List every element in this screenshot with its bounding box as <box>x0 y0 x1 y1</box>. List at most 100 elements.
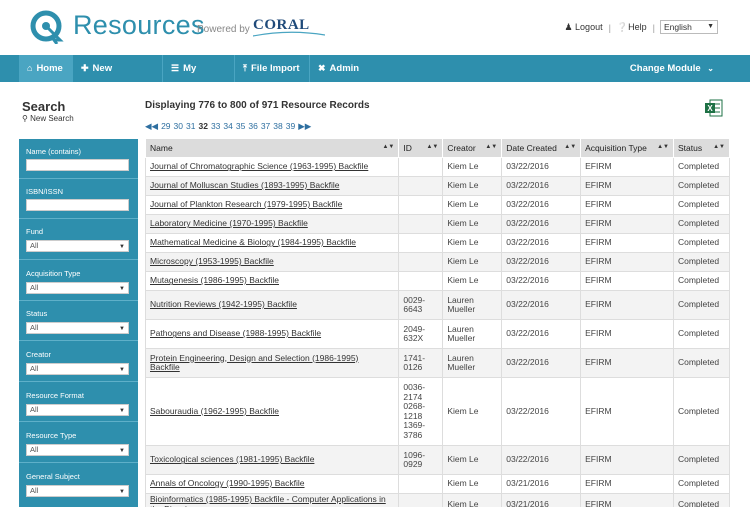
results-summary: Displaying 776 to 800 of 971 Resource Re… <box>145 100 370 111</box>
last-page-icon[interactable]: ▶▶ <box>298 121 311 132</box>
isbn-input[interactable] <box>26 199 129 211</box>
page-link[interactable]: 32 <box>198 121 207 132</box>
page-link[interactable]: 34 <box>223 121 232 132</box>
cell-date: 03/22/2016 <box>501 445 582 475</box>
filter-acquisition-type: Acquisition Type All ▼ <box>19 260 138 301</box>
col-id[interactable]: ID ▲▼ <box>398 138 444 158</box>
resource-link[interactable]: Protein Engineering, Design and Selectio… <box>150 353 358 373</box>
cell-creator: Kiem Le <box>442 493 503 507</box>
nav-admin[interactable]: ✖ Admin <box>310 55 366 82</box>
general-subject-select[interactable]: All ▼ <box>26 485 129 497</box>
sort-icon[interactable]: ▲▼ <box>564 144 576 150</box>
page-link[interactable]: 36 <box>248 121 257 132</box>
page-link[interactable]: 33 <box>211 121 220 132</box>
layers-icon: ☰ <box>171 63 180 73</box>
cell-text: Completed <box>677 328 720 339</box>
nav-home[interactable]: ⌂ Home <box>19 55 73 82</box>
filter-fund: Fund All ▼ <box>19 219 138 260</box>
cell-name: Annals of Oncology (1990-1995) Backfile <box>144 474 400 494</box>
resource-link[interactable]: Mutagenesis (1986-1995) Backfile <box>150 275 279 286</box>
page-link[interactable]: 39 <box>286 121 295 132</box>
table-row: Sabouraudia (1962-1995) Backfile 0036- 21… <box>144 377 731 446</box>
cell-status: Completed <box>672 252 731 272</box>
cell-text: Completed <box>677 161 720 172</box>
cell-acq: EFIRM <box>580 157 674 177</box>
nav-new-resource[interactable]: ✚ New Resource <box>73 55 163 101</box>
resources-logo-icon[interactable] <box>30 10 64 44</box>
cell-text: Completed <box>677 405 720 416</box>
col-status[interactable]: Status ▲▼ <box>672 138 731 158</box>
cell-name: Protein Engineering, Design and Selectio… <box>144 348 400 378</box>
resource-link[interactable]: Toxicological sciences (1981-1995) Backf… <box>150 454 314 465</box>
nav-my-queue[interactable]: ☰ My Queue <box>163 55 235 101</box>
caret-down-icon: ▼ <box>119 408 125 414</box>
cell-text: Kiem Le <box>447 161 479 172</box>
page-link[interactable]: 29 <box>161 121 170 132</box>
cell-text: Kiem Le <box>447 218 479 229</box>
nav-file-import[interactable]: ⤒ File Import <box>235 55 310 82</box>
resource-link[interactable]: Sabouraudia (1962-1995) Backfile <box>150 406 279 416</box>
resource-link[interactable]: Journal of Plankton Research (1979-1995)… <box>150 199 342 210</box>
cell-id: 1096- 0929 <box>398 445 444 475</box>
first-page-icon[interactable]: ◀◀ <box>145 121 158 132</box>
excel-export-icon[interactable]: X <box>705 99 723 117</box>
col-acquisition-type[interactable]: Acquisition Type ▲▼ <box>580 138 674 158</box>
acquisition-type-select[interactable]: All ▼ <box>26 282 129 294</box>
change-module-menu[interactable]: Change Module ⌄ <box>630 55 714 82</box>
col-date-created[interactable]: Date Created ▲▼ <box>501 138 582 158</box>
page-link[interactable]: 30 <box>174 121 183 132</box>
resource-link[interactable]: Annals of Oncology (1990-1995) Backfile <box>150 478 305 489</box>
page-link[interactable]: 35 <box>236 121 245 132</box>
name-input[interactable] <box>26 159 129 171</box>
cell-text: 03/21/2016 <box>506 478 549 489</box>
cell-text: Completed <box>677 299 720 310</box>
cell-creator: Kiem Le <box>442 176 503 196</box>
table-row: Nutrition Reviews (1942-1995) Backfile 00… <box>144 290 731 320</box>
logout-link[interactable]: ♟ Logout <box>564 22 602 33</box>
cell-id: 0029- 6643 <box>398 290 444 320</box>
cell-name: Pathogens and Disease (1988-1995) Backfi… <box>144 319 400 349</box>
resource-link[interactable]: Nutrition Reviews (1942-1995) Backfile <box>150 299 297 310</box>
caret-down-icon: ▼ <box>707 23 714 30</box>
resource-type-select[interactable]: All ▼ <box>26 444 129 456</box>
help-link[interactable]: ❔Help <box>617 22 647 33</box>
table-row: Pathogens and Disease (1988-1995) Backfi… <box>144 319 731 349</box>
cell-creator: Kiem Le <box>442 377 503 446</box>
resource-link[interactable]: Journal of Chromatographic Science (1963… <box>150 161 368 172</box>
new-search-link[interactable]: ⚲ New Search <box>22 114 74 123</box>
page-link[interactable]: 38 <box>273 121 282 132</box>
status-select[interactable]: All ▼ <box>26 322 129 334</box>
resource-link[interactable]: Bioinformatics (1985-1995) Backfile - Co… <box>150 494 386 507</box>
col-creator[interactable]: Creator ▲▼ <box>442 138 503 158</box>
creator-select[interactable]: All ▼ <box>26 363 129 375</box>
sort-icon[interactable]: ▲▼ <box>426 144 438 150</box>
cell-acq: EFIRM <box>580 271 674 291</box>
resource-link[interactable]: Laboratory Medicine (1970-1995) Backfile <box>150 218 308 229</box>
col-name[interactable]: Name ▲▼ <box>144 138 400 158</box>
language-select[interactable]: English ▼ <box>660 20 718 34</box>
sort-icon[interactable]: ▲▼ <box>657 144 669 150</box>
cell-text: Lauren Mueller <box>447 323 476 343</box>
caret-down-icon: ▼ <box>119 326 125 332</box>
resource-link[interactable]: Journal of Molluscan Studies (1893-1995)… <box>150 180 339 191</box>
sort-icon[interactable]: ▲▼ <box>713 144 725 150</box>
cell-text: EFIRM <box>585 478 612 489</box>
page-link[interactable]: 37 <box>261 121 270 132</box>
chevron-down-icon: ⌄ <box>707 64 714 73</box>
caret-down-icon: ▼ <box>119 286 125 292</box>
sort-icon[interactable]: ▲▼ <box>382 144 394 150</box>
cell-status: Completed <box>672 348 731 378</box>
resource-link[interactable]: Microscopy (1953-1995) Backfile <box>150 256 274 267</box>
resource-format-select[interactable]: All ▼ <box>26 404 129 416</box>
cell-text: Completed <box>677 237 720 248</box>
fund-select[interactable]: All ▼ <box>26 240 129 252</box>
page-link[interactable]: 31 <box>186 121 195 132</box>
cell-date: 03/22/2016 <box>501 176 582 196</box>
cell-text: EFIRM <box>585 454 612 465</box>
cell-text: EFIRM <box>585 256 612 267</box>
resource-link[interactable]: Pathogens and Disease (1988-1995) Backfi… <box>150 328 321 339</box>
cell-name: Microscopy (1953-1995) Backfile <box>144 252 400 272</box>
resource-link[interactable]: Mathematical Medicine & Biology (1984-19… <box>150 237 356 248</box>
sort-icon[interactable]: ▲▼ <box>485 144 497 150</box>
cell-text: 03/22/2016 <box>506 405 549 416</box>
